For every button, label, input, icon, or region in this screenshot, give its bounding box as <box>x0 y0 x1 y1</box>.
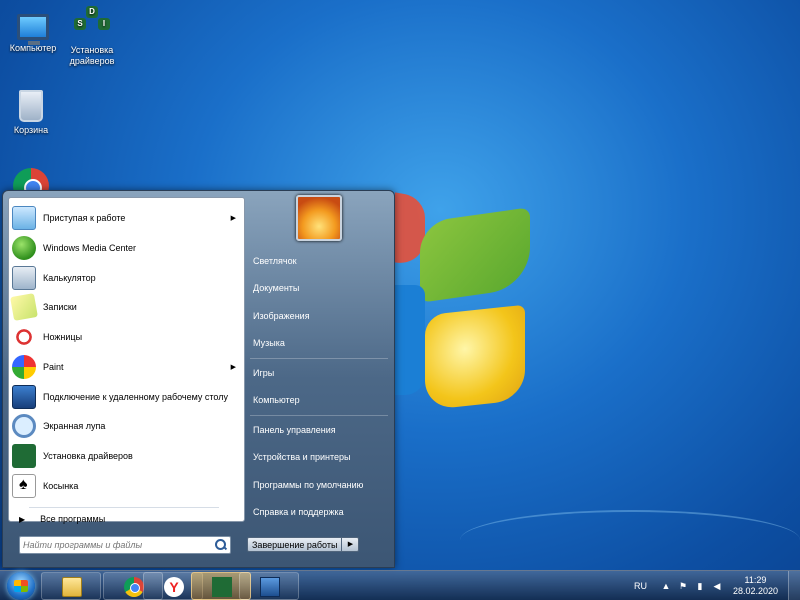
all-programs-button[interactable]: ▶ Все программы <box>19 514 105 524</box>
start-menu-item[interactable]: Подключение к удаленному рабочему столу <box>12 383 242 411</box>
start-menu-item-label: Приступая к работе <box>43 212 126 223</box>
start-right-item-games[interactable]: Игры <box>253 368 274 378</box>
clock[interactable]: 11:29 28.02.2020 <box>733 575 778 597</box>
windows-logo-wallpaper <box>395 192 540 425</box>
start-right-item-music[interactable]: Музыка <box>253 338 285 348</box>
start-menu-item[interactable]: Установка драйверов <box>12 442 242 470</box>
getting-started-icon <box>12 206 36 230</box>
start-menu-item-label: Экранная лупа <box>43 420 106 431</box>
taskbar: Y RU ▲ ⚑ ▮ ◀ 11:29 28.02.2020 <box>0 570 800 600</box>
start-menu-item-label: Записки <box>43 301 77 312</box>
sticky-notes-icon <box>10 293 38 321</box>
start-right-item-devices-printers[interactable]: Устройства и принтеры <box>253 452 351 462</box>
start-menu-item-label: Windows Media Center <box>43 242 137 253</box>
driver-installer-icon <box>212 577 232 597</box>
search-input[interactable] <box>23 540 215 550</box>
snipping-tool-icon <box>12 325 36 349</box>
start-menu-item[interactable]: Windows Media Center <box>12 234 242 262</box>
right-pane-separator <box>250 358 388 359</box>
logo-blue-pane <box>395 285 425 395</box>
system-tray: RU ▲ ⚑ ▮ ◀ 11:29 28.02.2020 <box>634 571 800 600</box>
sdi-letter: I <box>98 18 110 30</box>
network-signal-icon[interactable]: ▮ <box>695 581 705 591</box>
programs-separator <box>29 507 219 508</box>
wallpaper-glow-arc <box>460 510 800 570</box>
remote-desktop-icon <box>12 385 36 409</box>
start-right-item-pictures[interactable]: Изображения <box>253 311 310 321</box>
start-menu-item-label: Ножницы <box>43 331 83 342</box>
show-hidden-icons-icon[interactable]: ▲ <box>661 581 671 591</box>
start-search-box[interactable] <box>19 536 231 554</box>
search-icon[interactable] <box>215 539 227 551</box>
start-menu-item[interactable]: Ножницы <box>12 323 242 351</box>
desktop-icon-recycle-bin[interactable]: Корзина <box>0 88 64 136</box>
clock-date: 28.02.2020 <box>732 586 778 596</box>
right-pane-separator <box>250 415 388 416</box>
magnifier-icon <box>12 414 36 438</box>
start-button[interactable] <box>4 572 38 600</box>
explorer-icon <box>62 577 82 597</box>
start-menu-item[interactable]: Paint ▶ <box>12 353 242 381</box>
start-menu-item[interactable]: Калькулятор <box>12 264 242 292</box>
start-menu-programs-pane: Приступая к работе ▶ Windows Media Cente… <box>8 197 245 524</box>
recycle-bin-icon <box>19 90 43 122</box>
start-menu-item-label: Подключение к удаленному рабочему столу <box>43 391 228 402</box>
user-avatar[interactable] <box>296 195 342 241</box>
start-right-item-computer[interactable]: Компьютер <box>253 395 300 405</box>
shutdown-group: Завершение работы ▶ <box>247 537 360 552</box>
clock-time: 11:29 <box>744 575 767 585</box>
action-center-flag-icon[interactable]: ⚑ <box>678 581 688 591</box>
start-menu-item[interactable]: Косынка <box>12 472 242 500</box>
show-desktop-button[interactable] <box>788 571 800 600</box>
start-right-item-user-folder[interactable]: Светлячок <box>253 256 297 266</box>
sdi-letter: S <box>74 18 86 30</box>
solitaire-icon <box>12 474 36 498</box>
start-menu-item[interactable]: Экранная лупа <box>12 412 242 440</box>
desktop-icon-computer[interactable]: Компьютер <box>0 8 66 54</box>
start-right-item-control-panel[interactable]: Панель управления <box>253 425 336 435</box>
remote-desktop-icon <box>260 577 280 597</box>
start-right-item-default-programs[interactable]: Программы по умолчанию <box>253 480 363 490</box>
desktop-icon-label: Корзина <box>13 125 49 135</box>
driver-installer-icon <box>12 444 36 468</box>
yandex-browser-icon: Y <box>164 577 184 597</box>
start-menu-item[interactable]: Записки <box>10 293 242 321</box>
start-right-item-help-support[interactable]: Справка и поддержка <box>253 507 344 517</box>
computer-icon <box>17 14 49 45</box>
shutdown-options-arrow-icon[interactable]: ▶ <box>342 537 360 552</box>
submenu-arrow-icon: ▶ <box>230 364 236 371</box>
all-programs-label: Все программы <box>40 514 106 524</box>
chrome-icon <box>124 577 144 597</box>
shutdown-button[interactable]: Завершение работы <box>247 537 343 552</box>
desktop-icon-label: Установка драйверов <box>69 45 115 66</box>
start-menu-item-label: Paint <box>43 361 64 372</box>
desktop-icon-driver-installer[interactable]: S D I Установка драйверов <box>59 6 125 67</box>
windows-flag-icon <box>14 580 28 592</box>
calculator-icon <box>12 266 36 290</box>
submenu-arrow-icon: ▶ <box>230 215 236 222</box>
expand-arrow-icon: ▶ <box>19 514 26 524</box>
logo-green-pane <box>420 207 530 303</box>
taskbar-remote-desktop-button[interactable] <box>239 572 299 600</box>
logo-yellow-pane <box>425 304 525 411</box>
paint-icon <box>12 355 36 379</box>
start-menu-item-label: Калькулятор <box>43 272 96 283</box>
start-menu-item[interactable]: Приступая к работе ▶ <box>12 204 242 232</box>
sdi-letter: D <box>86 6 98 18</box>
driver-installer-icon: S D I <box>74 6 110 42</box>
taskbar-explorer-button[interactable] <box>41 572 101 600</box>
media-center-icon <box>12 236 36 260</box>
language-indicator[interactable]: RU <box>634 581 647 591</box>
start-menu-item-label: Косынка <box>43 480 79 491</box>
start-menu-item-label: Установка драйверов <box>43 450 133 461</box>
volume-icon[interactable]: ◀ <box>712 581 722 591</box>
start-right-item-documents[interactable]: Документы <box>253 283 299 293</box>
